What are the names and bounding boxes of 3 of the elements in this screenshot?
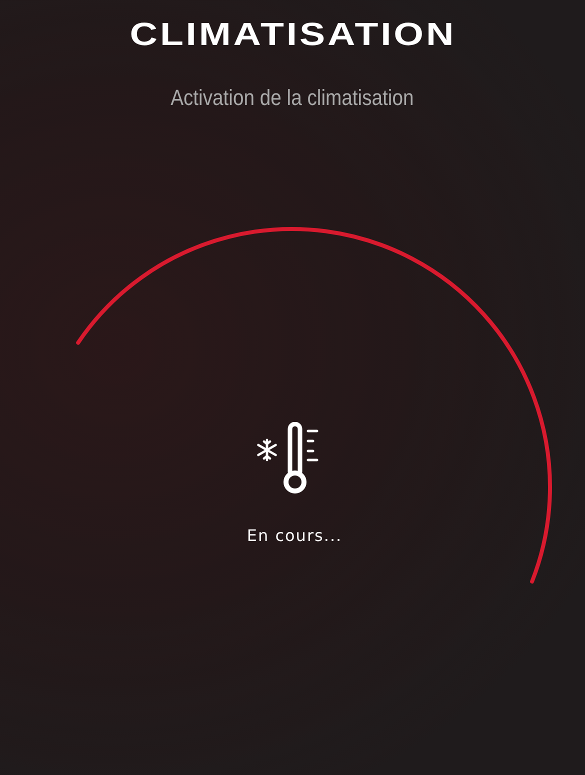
- page-title: CLIMATISATION: [129, 15, 456, 54]
- page-subtitle: Activation de la climatisation: [170, 84, 414, 112]
- status-text: En cours...: [246, 526, 342, 545]
